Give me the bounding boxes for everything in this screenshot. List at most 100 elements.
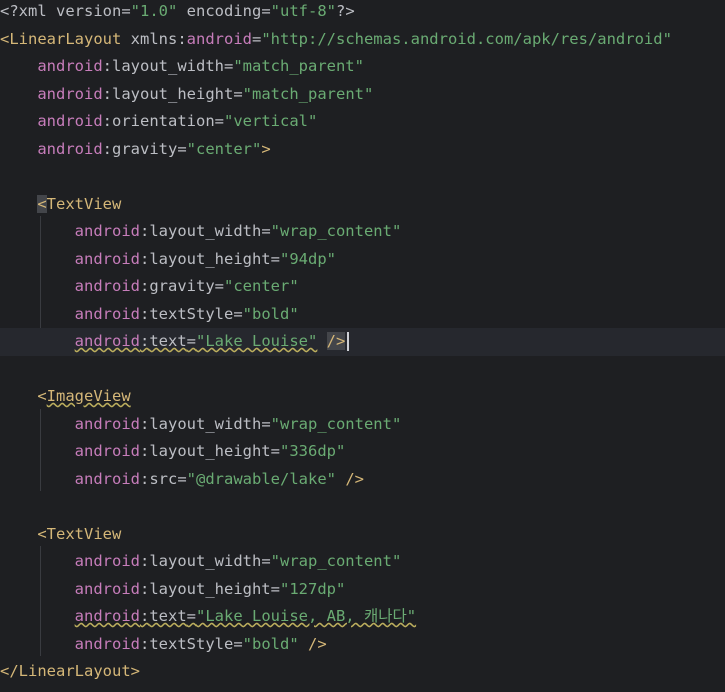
- code-token: "bold": [242, 634, 299, 653]
- code-line[interactable]: android:orientation="vertical": [0, 108, 725, 136]
- code-token: "wrap_content": [270, 222, 402, 240]
- code-line[interactable]: [0, 493, 725, 521]
- code-line[interactable]: android:gravity="center">: [0, 136, 725, 164]
- code-line[interactable]: <TextView: [0, 521, 725, 549]
- code-line[interactable]: android:text="Lake Louise, AB, 캐나다": [0, 603, 725, 631]
- code-token: "utf-8": [270, 2, 336, 20]
- code-line[interactable]: <ImageView: [0, 383, 725, 411]
- code-token: >: [261, 139, 271, 158]
- code-token: android: [37, 139, 103, 158]
- code-editor[interactable]: <?xml version="1.0" encoding="utf-8"?> <L…: [0, 0, 725, 692]
- code-line[interactable]: android:layout_width="wrap_content": [0, 218, 725, 246]
- code-token: android: [74, 277, 140, 295]
- code-token: :: [139, 607, 150, 625]
- code-token: encoding=: [177, 2, 271, 20]
- code-token: layout_height: [112, 84, 234, 103]
- code-token: android: [74, 304, 140, 323]
- text-caret: [347, 332, 350, 351]
- code-line[interactable]: android:layout_width="match_parent": [0, 53, 725, 81]
- code-token: textStyle: [149, 634, 234, 653]
- code-token: "94dp": [280, 249, 336, 268]
- code-token: =: [223, 57, 234, 75]
- code-token: "center": [224, 277, 299, 295]
- code-line[interactable]: <LinearLayout xmlns:android="http://sche…: [0, 26, 725, 54]
- code-token: layout_height: [149, 579, 271, 598]
- code-token: =: [233, 634, 243, 653]
- code-line[interactable]: android:textStyle="bold" />: [0, 631, 725, 659]
- code-token: android: [74, 442, 140, 460]
- code-token: android: [37, 112, 103, 130]
- code-token: android: [74, 469, 140, 488]
- code-token: :: [139, 222, 150, 240]
- code-token: =: [233, 304, 243, 323]
- code-token: android: [74, 222, 140, 240]
- code-line[interactable]: android:layout_height="127dp": [0, 576, 725, 604]
- code-token: "336dp": [280, 442, 346, 460]
- code-token: android: [37, 57, 103, 75]
- code-line[interactable]: <?xml version="1.0" encoding="utf-8"?>: [0, 0, 725, 26]
- code-token: "vertical": [224, 112, 318, 130]
- code-line[interactable]: [0, 356, 725, 384]
- code-token: <?xml version=: [0, 2, 131, 20]
- code-token: =: [261, 222, 271, 240]
- code-token: />: [308, 634, 327, 653]
- code-token: gravity: [149, 277, 215, 295]
- code-line[interactable]: android:layout_width="wrap_content": [0, 548, 725, 576]
- code-line[interactable]: </LinearLayout>: [0, 658, 725, 686]
- code-token: "1.0": [130, 2, 178, 20]
- code-line[interactable]: <TextView: [0, 191, 725, 219]
- code-token: layout_height: [149, 249, 271, 268]
- code-token: src: [149, 469, 178, 488]
- code-line[interactable]: android:layout_height="336dp": [0, 438, 725, 466]
- code-token: =: [251, 29, 262, 48]
- code-token: :: [102, 57, 112, 75]
- code-token: =: [270, 249, 280, 268]
- code-token: <TextView: [37, 524, 122, 543]
- code-token: layout_width: [149, 414, 262, 433]
- code-line[interactable]: android:layout_height="94dp": [0, 246, 725, 274]
- code-token: =: [270, 579, 280, 598]
- code-token: =: [261, 414, 271, 433]
- code-token: =: [186, 332, 196, 350]
- code-token: layout_width: [112, 57, 224, 75]
- code-line[interactable]: android:src="@drawable/lake" />: [0, 466, 725, 494]
- code-token: layout_height: [149, 442, 271, 460]
- code-token: :: [139, 442, 150, 460]
- code-token: =: [270, 442, 280, 460]
- code-token: :: [102, 84, 112, 103]
- code-line[interactable]: android:textStyle="bold": [0, 301, 725, 329]
- code-token: gravity: [112, 139, 178, 158]
- code-token: android: [74, 249, 140, 268]
- code-line[interactable]: android:gravity="center": [0, 273, 725, 301]
- code-token: :: [139, 332, 150, 350]
- code-token: text: [149, 607, 187, 625]
- code-token: android: [37, 84, 103, 103]
- code-token: :: [139, 414, 150, 433]
- code-line[interactable]: android:text="Lake Louise" />: [0, 328, 725, 356]
- code-line[interactable]: android:layout_height="match_parent": [0, 81, 725, 109]
- code-line[interactable]: [0, 163, 725, 191]
- code-line[interactable]: android:layout_width="wrap_content": [0, 411, 725, 439]
- code-token: :: [139, 634, 150, 653]
- code-token: <: [37, 387, 47, 405]
- code-token: android: [74, 414, 140, 433]
- code-token: orientation: [112, 112, 215, 130]
- code-token: :: [139, 304, 150, 323]
- code-token: "@drawable/lake": [186, 469, 336, 488]
- code-token: android: [74, 552, 140, 570]
- code-token: :: [139, 579, 150, 598]
